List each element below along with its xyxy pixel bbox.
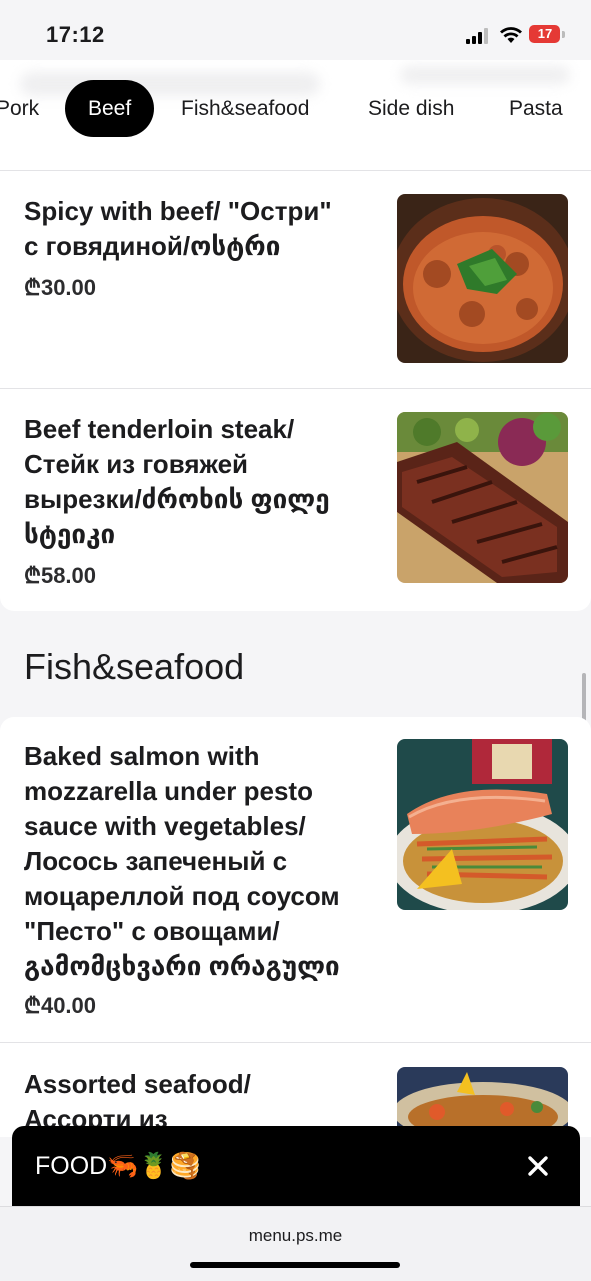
tab-pasta[interactable]: Pasta <box>509 80 563 137</box>
tab-fish-seafood[interactable]: Fish&seafood <box>181 80 309 137</box>
section-title: Fish&seafood <box>24 646 245 687</box>
category-tabs: Pork Beef Fish&seafood Side dish Pasta <box>0 60 591 171</box>
scroll-indicator <box>582 673 586 723</box>
menu-item-price: ₾30.00 <box>24 275 97 300</box>
divider <box>0 388 591 389</box>
menu-item-price: ₾40.00 <box>24 993 97 1018</box>
tab-beef[interactable]: Beef <box>65 80 155 137</box>
menu-item-image[interactable] <box>397 739 568 910</box>
menu-item-title[interactable]: Beef tenderloin steak/ Стейк из говяжей … <box>24 412 369 552</box>
menu-item-image[interactable] <box>397 412 568 583</box>
close-icon[interactable] <box>524 1152 552 1180</box>
menu-item-title[interactable]: Spicy with beef/ "Остри" с говядиной/ოსტ… <box>24 194 369 264</box>
tab-side-dish[interactable]: Side dish <box>368 80 454 137</box>
tab-pork[interactable]: Pork <box>0 80 39 137</box>
food-category-bar[interactable]: FOOD🦐🍍🥞 <box>12 1126 580 1206</box>
home-indicator[interactable] <box>190 1262 400 1268</box>
food-bar-label: FOOD🦐🍍🥞 <box>35 1152 201 1180</box>
menu-item-title[interactable]: Baked salmon with mozzarella under pesto… <box>24 739 369 984</box>
status-time: 17:12 <box>46 22 105 47</box>
menu-item-image[interactable] <box>397 1067 568 1127</box>
divider <box>0 1042 591 1043</box>
wifi-icon <box>500 27 522 43</box>
battery-level: 17 <box>537 26 553 41</box>
menu-item-image[interactable] <box>397 194 568 363</box>
battery-icon: 17 <box>529 25 565 45</box>
browser-url-bar[interactable]: menu.ps.me <box>0 1206 591 1281</box>
menu-item-price: ₾58.00 <box>24 563 97 588</box>
signal-icon <box>466 28 488 44</box>
url-text[interactable]: menu.ps.me <box>0 1226 591 1246</box>
